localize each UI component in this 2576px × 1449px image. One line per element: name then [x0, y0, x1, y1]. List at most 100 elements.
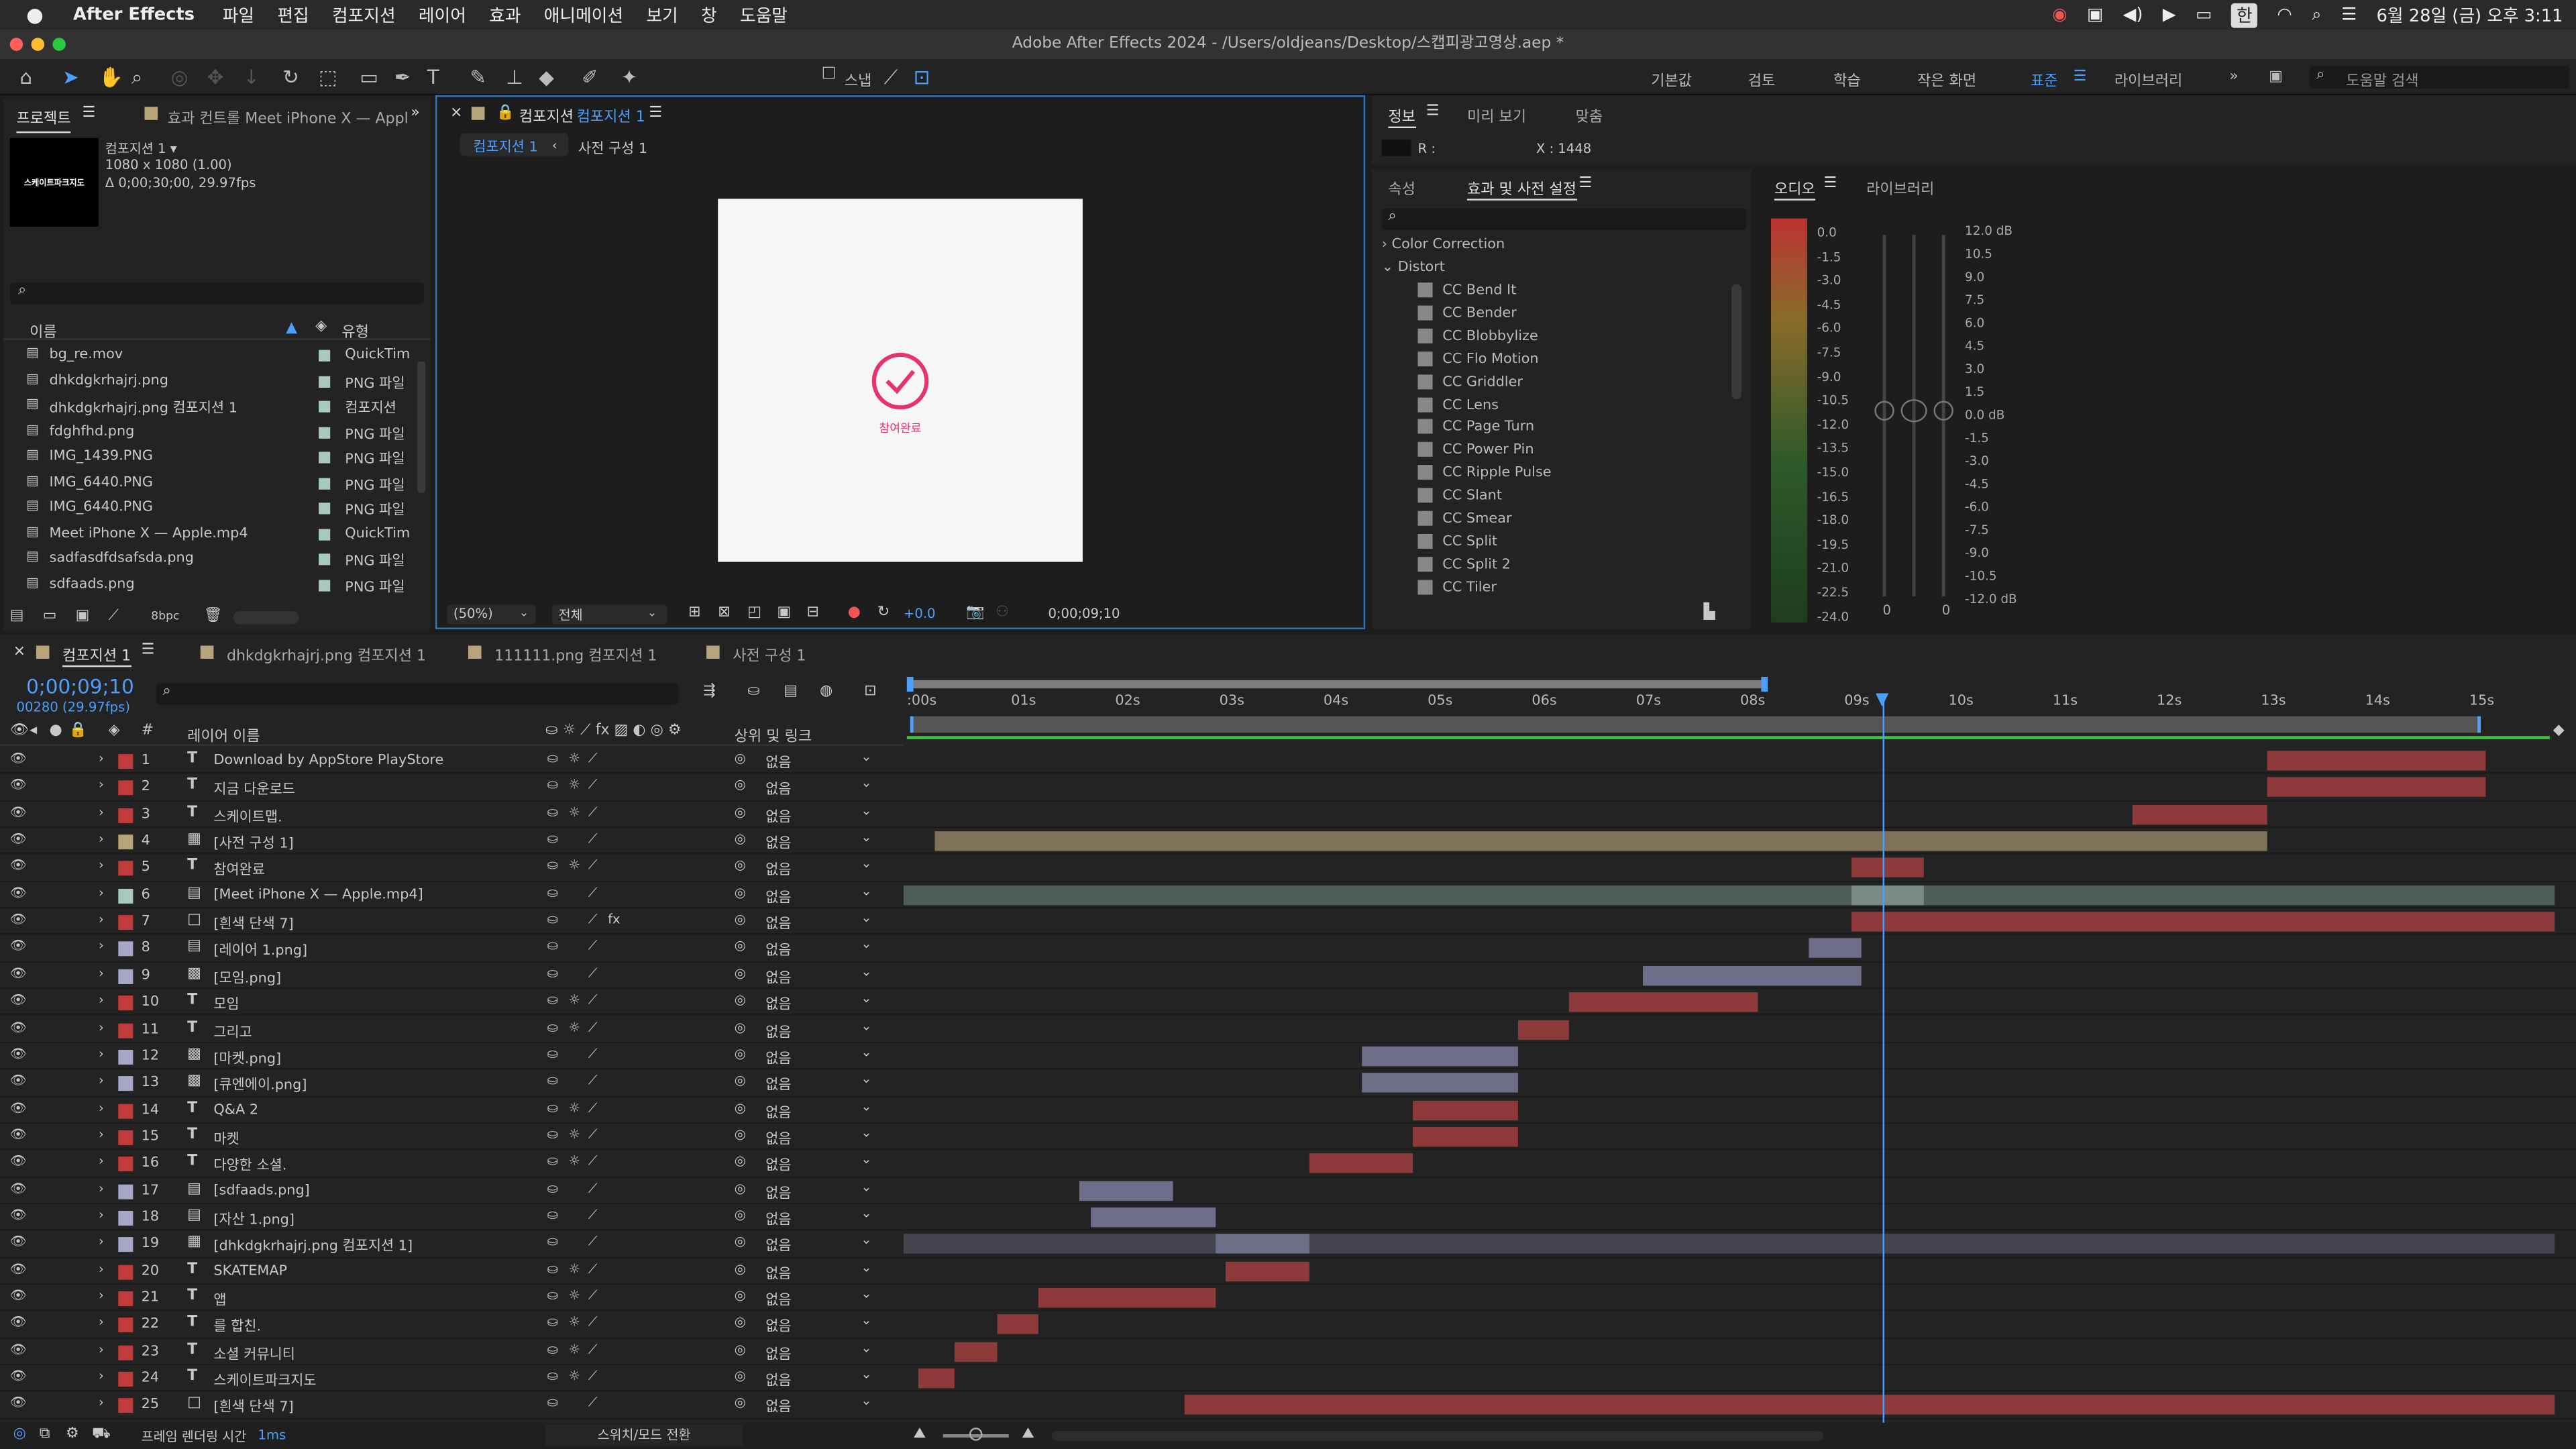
- layer-duration-bar[interactable]: [1809, 938, 1862, 959]
- pickwhip-icon[interactable]: ◎: [735, 993, 746, 1008]
- quality-switch-icon[interactable]: ⟋: [588, 1100, 598, 1116]
- quality-switch-icon[interactable]: ⟋: [588, 938, 598, 955]
- layer-duration-bar[interactable]: [1184, 1395, 2555, 1415]
- project-scrollbar[interactable]: [417, 361, 426, 493]
- timeline-end-marker-icon[interactable]: ◆: [2553, 723, 2565, 739]
- layer-row[interactable]: 👁 › 16 T 다양한 소셜. ⛀ ☼ ⟋ ◎ 없음 ⌄: [0, 1150, 2576, 1177]
- layer-duration-bar[interactable]: [918, 1368, 955, 1389]
- layer-name[interactable]: 를 합친.: [213, 1316, 261, 1336]
- eye-icon[interactable]: 👁: [10, 1368, 27, 1383]
- magnification-select[interactable]: (50%) ⌄: [447, 604, 536, 625]
- layer-row[interactable]: 👁 › 18 ▤ [자산 1.png] ⛀ ⟋ ◎ 없음 ⌄: [0, 1204, 2576, 1231]
- pickwhip-icon[interactable]: ◎: [735, 831, 746, 846]
- quality-switch-icon[interactable]: ⟋: [588, 751, 598, 767]
- pickwhip-icon[interactable]: ◎: [735, 1261, 746, 1276]
- layer-duration-bar[interactable]: [903, 885, 2555, 905]
- menu-effect[interactable]: 효과: [489, 3, 521, 28]
- chevron-down-icon[interactable]: ⌄: [861, 1098, 871, 1113]
- layer-row[interactable]: 👁 › 24 T 스케이트파크지도 ⛀ ☼ ⟋ ◎ 없음 ⌄: [0, 1365, 2576, 1393]
- effect-item[interactable]: CC Blobbylize: [1417, 328, 1538, 345]
- fx-switch-icon[interactable]: fx: [608, 912, 621, 926]
- zoom-tool-icon[interactable]: ⌕: [131, 66, 142, 91]
- layer-row[interactable]: 👁 › 6 ▤ [Meet iPhone X — Apple.mp4] ⛀ ⟋ ◎ 없음 ⌄: [0, 882, 2576, 909]
- libraries-tab[interactable]: 라이브러리: [1866, 177, 1934, 199]
- parent-select[interactable]: 없음: [765, 1155, 791, 1175]
- name-column-header[interactable]: 이름: [30, 321, 57, 341]
- more-workspaces-icon[interactable]: »: [2229, 69, 2239, 85]
- chevron-down-icon[interactable]: ⌄: [861, 1179, 871, 1193]
- eye-icon[interactable]: 👁: [10, 751, 27, 765]
- parent-select[interactable]: 없음: [765, 833, 791, 853]
- layer-label-color[interactable]: [118, 1130, 133, 1145]
- more-tabs-icon[interactable]: »: [411, 105, 420, 121]
- layer-label-color[interactable]: [118, 808, 133, 823]
- effects-presets-tab[interactable]: 효과 및 사전 설정: [1466, 177, 1576, 201]
- quality-switch-icon[interactable]: ⟋: [588, 1181, 598, 1197]
- layer-label-color[interactable]: [118, 1049, 133, 1065]
- timeline-tab-dhk[interactable]: dhkdgkrhajrj.png 컴포지션 1: [227, 644, 426, 665]
- effect-category[interactable]: › Color Correction: [1382, 237, 1505, 253]
- graph-editor-icon[interactable]: ⊡: [864, 684, 876, 700]
- audio-tab[interactable]: 오디오: [1774, 177, 1815, 201]
- expand-arrow-icon[interactable]: ›: [99, 1046, 104, 1061]
- shy-switch-icon[interactable]: ⛀: [547, 751, 558, 765]
- pickwhip-icon[interactable]: ◎: [735, 858, 746, 873]
- pan-behind-tool-icon[interactable]: ⬚: [319, 66, 337, 89]
- effect-item[interactable]: CC Ripple Pulse: [1417, 465, 1552, 482]
- layer-label-color[interactable]: [118, 996, 133, 1011]
- layer-duration-bar[interactable]: [1226, 1260, 1309, 1281]
- shy-switch-icon[interactable]: ⛀: [547, 885, 558, 900]
- volume-icon[interactable]: ◀): [2123, 5, 2143, 24]
- layer-name[interactable]: Q&A 2: [213, 1102, 258, 1118]
- clone-stamp-tool-icon[interactable]: ⊥: [506, 66, 523, 89]
- lock-icon[interactable]: 🔒: [496, 105, 515, 121]
- shy-switch-icon[interactable]: ⛀: [547, 1046, 558, 1061]
- effect-item[interactable]: CC Lens: [1417, 396, 1499, 413]
- layer-label-color[interactable]: [118, 1318, 133, 1333]
- resolution-select[interactable]: 전체 ⌄: [551, 604, 667, 625]
- eye-icon[interactable]: 👁: [10, 966, 27, 981]
- timeline-horizontal-scrollbar[interactable]: [1051, 1431, 1824, 1441]
- mask-visibility-icon[interactable]: ◰: [747, 604, 761, 621]
- audio-toggle-icon[interactable]: ◂: [30, 723, 37, 739]
- pan-camera-icon[interactable]: ✥: [207, 66, 224, 89]
- expand-arrow-icon[interactable]: ›: [99, 1127, 104, 1142]
- pickwhip-icon[interactable]: ◎: [735, 1073, 746, 1088]
- comp-tab-name[interactable]: 컴포지션 1: [577, 105, 645, 126]
- eye-icon[interactable]: 👁: [10, 1288, 27, 1303]
- layer-name[interactable]: Download by AppStore PlayStore: [213, 753, 443, 769]
- align-tab[interactable]: 맞춤: [1576, 105, 1603, 126]
- puppet-tool-icon[interactable]: ✦: [621, 66, 638, 89]
- expand-arrow-icon[interactable]: ›: [99, 938, 104, 953]
- menu-animation[interactable]: 애니메이션: [544, 3, 623, 28]
- show-snapshot-icon[interactable]: ⚇: [996, 604, 1009, 621]
- chevron-down-icon[interactable]: ⌄: [861, 1340, 871, 1355]
- workspace-learn[interactable]: 학습: [1833, 69, 1861, 90]
- eye-icon[interactable]: 👁: [10, 1261, 27, 1276]
- chevron-down-icon[interactable]: ⌄: [861, 749, 871, 764]
- layer-label-color[interactable]: [118, 1076, 133, 1091]
- layer-label-color[interactable]: [118, 915, 133, 930]
- chevron-down-icon[interactable]: ⌄: [861, 1287, 871, 1301]
- layer-label-color[interactable]: [118, 1157, 133, 1172]
- menu-layer[interactable]: 레이어: [419, 3, 466, 28]
- audio-fader-left[interactable]: [1874, 400, 1894, 421]
- shy-switch-icon[interactable]: ⛀: [547, 1261, 558, 1276]
- work-area-end[interactable]: [2477, 716, 2481, 733]
- expand-arrow-icon[interactable]: ›: [99, 1100, 104, 1115]
- parent-select[interactable]: 없음: [765, 1344, 791, 1362]
- effect-item[interactable]: CC Slant: [1417, 488, 1502, 504]
- layer-label-color[interactable]: [118, 1372, 133, 1387]
- chevron-down-icon[interactable]: ⌄: [861, 964, 871, 979]
- chevron-down-icon[interactable]: ⌄: [861, 1367, 871, 1382]
- quality-switch-icon[interactable]: ⟋: [588, 1073, 598, 1089]
- shy-switch-icon[interactable]: ⛀: [547, 1234, 558, 1249]
- eye-icon[interactable]: 👁: [10, 804, 27, 819]
- parent-select[interactable]: 없음: [765, 994, 791, 1014]
- collapse-switch-icon[interactable]: ☼: [568, 993, 580, 1008]
- timeline-tab-menu-icon[interactable]: ☰: [142, 643, 155, 659]
- layer-duration-bar[interactable]: [903, 1234, 2555, 1254]
- info-tab-menu-icon[interactable]: ☰: [1426, 103, 1440, 119]
- pen-tool-icon[interactable]: ✒: [394, 66, 411, 89]
- quality-switch-icon[interactable]: ⟋: [588, 1020, 598, 1036]
